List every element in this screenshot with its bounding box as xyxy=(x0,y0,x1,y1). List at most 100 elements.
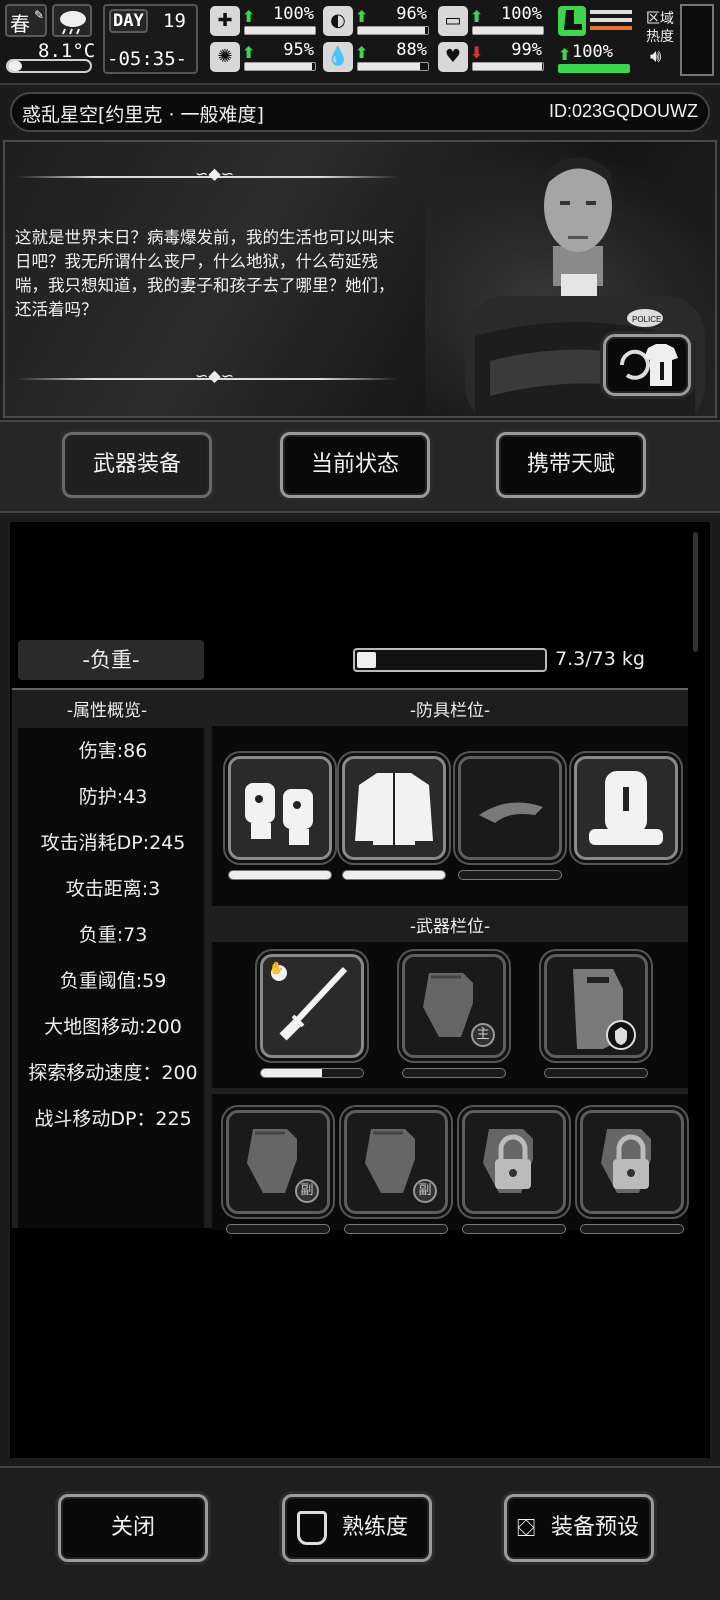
weapon-slots-secondary: 副副 xyxy=(212,1094,688,1234)
attributes-list: 伤害:86 防护:43 攻击消耗DP:245 攻击距离:3 负重:73 负重阈值:59 大地… xyxy=(18,728,204,1228)
durability-bar xyxy=(226,1224,330,1234)
ornament-bottom-center: ∽◆∽ xyxy=(195,366,235,385)
attribute-item: 探索移动速度：200 xyxy=(28,1062,198,1084)
police-badge: POLICE xyxy=(632,315,661,324)
status-bar: 春 ✎ 8.1°C DAY 19 -05:35- ✚ ⬆ 100% ◐ ⬆ 96% ▭ ⬆ 10… xyxy=(0,0,720,85)
stat-thirst: 💧 ⬆ 88% xyxy=(323,40,433,76)
equipment-slot[interactable]: 副 xyxy=(226,1110,330,1214)
equipment-panel: -负重- 7.3/73 kg -属性概览- 伤害:86 防护:43 攻击消耗DP:2… xyxy=(10,522,710,1458)
equipment-slot[interactable] xyxy=(342,756,446,860)
save-name: 惑乱星空[约里克 · 一般难度] xyxy=(22,104,264,126)
weight-value: 7.3/73 kg xyxy=(555,648,645,670)
attribute-item: 战斗移动DP：225 xyxy=(34,1108,192,1130)
preset-label: 装备预设 xyxy=(550,1515,639,1540)
medkit-icon: ✚ xyxy=(210,6,240,36)
riot-shield-icon xyxy=(547,957,645,1055)
day-counter: 19 xyxy=(163,10,186,32)
weight-label: -负重- xyxy=(18,640,204,680)
durability-bar xyxy=(402,1068,506,1078)
slot-badge: 副 xyxy=(413,1179,437,1203)
water-drop-icon: 💧 xyxy=(323,42,353,72)
proficiency-label: 熟练度 xyxy=(341,1515,408,1540)
stat-health: ✚ ⬆ 100% xyxy=(210,4,320,40)
attribute-item: 伤害:86 xyxy=(78,740,148,762)
equipment-slot[interactable] xyxy=(544,954,648,1058)
tab-current-status[interactable]: 当前状态 xyxy=(280,432,430,498)
character-story-panel: ∽◆∽ 这就是世界末日？病毒爆发前，我的生活也可以叫末日吧？我无所谓什么丧尸，什… xyxy=(3,140,717,418)
speaker-icon[interactable]: 🔊︎ xyxy=(650,46,661,67)
stat-value: 100% xyxy=(273,4,314,24)
stomach-icon: ◐ xyxy=(323,6,353,36)
story-text: 这就是世界末日？病毒爆发前，我的生活也可以叫末日吧？我无所谓什么丧尸，什么地狱，… xyxy=(15,228,395,319)
durability-bar xyxy=(544,1068,648,1078)
stamina-bar xyxy=(558,64,630,73)
attribute-item: 攻击消耗DP:245 xyxy=(40,832,186,854)
jacket-icon xyxy=(345,759,443,857)
durability-bar xyxy=(228,870,332,880)
stat-bar xyxy=(244,62,316,71)
time-readout: -05:35- xyxy=(107,48,188,70)
close-button[interactable]: 关闭 xyxy=(58,1494,208,1562)
clock-panel: DAY 19 -05:35- xyxy=(103,4,198,74)
stats-and-slots: -属性概览- 伤害:86 防护:43 攻击消耗DP:245 攻击距离:3 负重:73 负重… xyxy=(12,688,688,1234)
durability-bar xyxy=(462,1224,566,1234)
proficiency-button[interactable]: 熟练度 xyxy=(282,1494,432,1562)
equipment-slot[interactable] xyxy=(574,756,678,860)
durability-bar xyxy=(260,1068,364,1078)
bottom-action-bar: 关闭 熟练度 ⛋ 装备预设 xyxy=(0,1466,720,1600)
equipment-slot[interactable] xyxy=(580,1110,684,1214)
stamina-value: 100% xyxy=(572,42,613,62)
stat-value: 96% xyxy=(396,4,427,24)
durability-bar xyxy=(342,870,446,880)
change-outfit-button[interactable] xyxy=(603,334,691,396)
locked-slot-icon xyxy=(465,1113,563,1211)
preset-box-icon: ⛋ xyxy=(517,1514,536,1542)
armor-header: -防具栏位- xyxy=(409,701,491,721)
equipment-slot[interactable]: 主 xyxy=(402,954,506,1058)
weapons-header: -武器栏位- xyxy=(409,917,491,937)
equipment-slot[interactable] xyxy=(462,1110,566,1214)
ornament-top-center: ∽◆∽ xyxy=(195,164,235,183)
scrollbar[interactable] xyxy=(693,532,698,652)
slot-badge: 主 xyxy=(471,1023,495,1047)
attribute-item: 大地图移动:200 xyxy=(44,1016,182,1038)
weapon-slots-primary: ✋ 主 xyxy=(212,942,688,1088)
armor-slots xyxy=(212,726,688,906)
attributes-header: -属性概览- xyxy=(66,701,148,721)
equipment-slot[interactable] xyxy=(458,756,562,860)
boot-icon xyxy=(558,6,586,36)
stamina-trend-icon: ⬆ xyxy=(558,45,572,64)
cap-icon xyxy=(461,759,559,857)
equipment-slot[interactable]: 副 xyxy=(344,1110,448,1214)
weight-bar xyxy=(353,648,547,672)
season-indicator: 春 ✎ xyxy=(5,4,47,37)
equipment-preset-button[interactable]: ⛋ 装备预设 xyxy=(504,1494,654,1562)
stat-value: 100% xyxy=(501,4,542,24)
skill-hand-icon: ✋ xyxy=(269,961,284,975)
tab-weapon-equipment[interactable]: 武器装备 xyxy=(62,432,212,498)
equipment-slot[interactable]: ✋ xyxy=(260,954,364,1058)
zone-heat-label: 区域热度 xyxy=(646,11,674,45)
brain-icon: ✺ xyxy=(210,42,240,72)
stat-hunger: ◐ ⬆ 96% xyxy=(323,4,433,40)
swap-shirt-icon xyxy=(619,344,678,386)
feather-icon: ✎ xyxy=(34,8,45,22)
tab-bar: 武器装备 当前状态 携带天赋 xyxy=(0,420,720,513)
attribute-item: 负重阈值:59 xyxy=(59,970,167,992)
player-id: ID:023GQDOUWZ xyxy=(548,101,698,121)
pill-icon: ▭ xyxy=(438,6,468,36)
zone-heat-meter xyxy=(680,4,714,76)
equipment-slot[interactable] xyxy=(228,756,332,860)
thermometer-icon xyxy=(6,59,92,73)
gloves-icon xyxy=(231,759,329,857)
stat-bar xyxy=(472,62,544,71)
stamina-panel: ⬆ 100% xyxy=(556,4,636,74)
tab-carried-talents[interactable]: 携带天赋 xyxy=(496,432,646,498)
heart-icon: ♥ xyxy=(438,42,468,72)
stat-bar xyxy=(472,26,544,35)
stat-value: 95% xyxy=(283,40,314,60)
save-title-bar: 惑乱星空[约里克 · 一般难度] ID:023GQDOUWZ xyxy=(10,92,710,132)
stat-medicine: ▭ ⬆ 100% xyxy=(438,4,548,40)
season-label: 春 xyxy=(10,12,30,36)
proficiency-icon xyxy=(297,1511,327,1545)
